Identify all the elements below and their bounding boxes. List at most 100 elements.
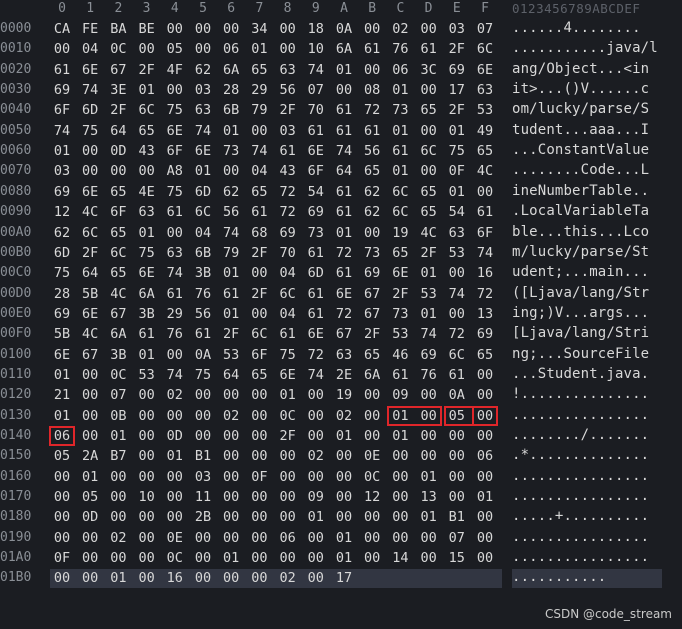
hex-byte[interactable]: 00 [332,82,356,98]
hex-byte[interactable]: 00 [163,225,187,241]
hex-byte[interactable]: 17 [332,570,356,586]
hex-byte[interactable]: 2F [247,286,271,302]
hex-byte[interactable]: 00 [106,489,130,505]
hex-byte[interactable]: 03 [276,123,300,139]
hex-byte[interactable]: 2F [445,102,469,118]
hex-byte[interactable]: 00 [219,448,243,464]
hex-byte[interactable]: 00 [106,163,130,179]
hex-byte[interactable]: 00 [78,163,102,179]
hex-byte[interactable]: 0A [332,21,356,37]
hex-byte[interactable]: 63 [276,62,300,78]
hex-byte[interactable]: 64 [219,367,243,383]
hex-byte[interactable]: 34 [247,21,271,37]
hex-byte[interactable]: 00 [135,163,159,179]
hex-byte[interactable]: 00 [191,41,215,57]
hex-byte[interactable]: 56 [276,82,300,98]
hex-byte[interactable]: 00 [445,428,469,444]
hex-byte[interactable]: 6F [247,347,271,363]
hex-byte[interactable]: 5B [78,286,102,302]
ascii-text[interactable]: m/lucky/parse/St [512,244,662,263]
hex-byte[interactable]: 69 [304,204,328,220]
hex-row[interactable]: 0170 00 05 00 10 00 11 00 00 00 09 00 12 00 13 00 01....… [0,487,682,508]
hex-byte[interactable]: 00 [191,387,215,403]
hex-byte[interactable]: 00 [78,530,102,546]
hex-byte[interactable]: 53 [135,367,159,383]
ascii-text[interactable]: ing;)V...args... [512,305,662,324]
hex-byte[interactable]: 00 [135,469,159,485]
hex-byte[interactable]: 01 [332,530,356,546]
hex-byte[interactable]: 02 [304,448,328,464]
hex-byte[interactable]: 56 [191,306,215,322]
hex-byte[interactable]: 04 [276,306,300,322]
hex-byte[interactable]: 76 [388,41,412,57]
hex-byte[interactable]: 09 [388,387,412,403]
hex-byte[interactable]: 65 [247,367,271,383]
ascii-text[interactable]: .*.............. [512,447,662,466]
hex-byte[interactable]: 0D [163,428,187,444]
hex-byte[interactable]: 13 [473,306,497,322]
hex-byte[interactable]: 6E [78,62,102,78]
hex-byte[interactable]: 3B [135,306,159,322]
hex-byte[interactable]: 01 [163,448,187,464]
hex-byte[interactable]: 03 [191,82,215,98]
hex-byte[interactable]: 02 [332,408,356,424]
hex-byte[interactable]: 54 [445,204,469,220]
hex-byte[interactable]: 53 [219,347,243,363]
hex-row[interactable]: 00B0 6D 2F 6C 75 63 6B 79 2F 70 61 72 73 65 2F 53 74 m/lu… [0,243,682,264]
hex-byte[interactable]: 01 [417,509,441,525]
hex-byte[interactable]: 01 [304,509,328,525]
hex-byte[interactable]: 00 [445,265,469,281]
hex-byte[interactable]: 00 [388,489,412,505]
hex-byte[interactable]: 0E [163,530,187,546]
hex-byte[interactable]: 13 [417,489,441,505]
hex-byte[interactable]: 00 [106,509,130,525]
hex-byte[interactable]: 69 [50,184,74,200]
hex-byte[interactable]: 6F [473,225,497,241]
hex-byte[interactable]: 6F [106,204,130,220]
ascii-text[interactable]: tudent...aaa...I [512,122,662,141]
hex-byte[interactable]: 61 [360,123,384,139]
hex-byte[interactable]: 76 [191,286,215,302]
hex-byte[interactable]: 0F [50,550,74,566]
hex-byte[interactable]: 61 [332,265,356,281]
hex-byte[interactable]: 74 [332,143,356,159]
hex-byte[interactable]: 02 [219,408,243,424]
hex-byte[interactable]: 65 [106,265,130,281]
hex-byte[interactable]: 6C [388,184,412,200]
hex-byte[interactable]: 6A [106,326,130,342]
hex-byte[interactable]: 00 [473,428,497,444]
hex-byte[interactable]: 02 [388,21,412,37]
hex-byte[interactable]: 65 [417,184,441,200]
hex-byte[interactable]: 00 [78,408,102,424]
hex-byte[interactable]: 00 [304,550,328,566]
hex-byte[interactable]: 00 [247,428,271,444]
hex-byte[interactable]: 6E [304,326,328,342]
ascii-text[interactable]: it>...()V......c [512,81,662,100]
hex-byte[interactable]: 2F [247,245,271,261]
ascii-text[interactable]: ang/Object...<in [512,61,662,80]
hex-byte[interactable]: 67 [360,286,384,302]
hex-byte[interactable]: 74 [191,123,215,139]
hex-byte[interactable]: 75 [276,347,300,363]
hex-byte[interactable]: 63 [473,82,497,98]
hex-byte[interactable]: 63 [135,204,159,220]
hex-byte[interactable]: 00 [50,469,74,485]
hex-byte[interactable]: 01 [332,428,356,444]
hex-byte[interactable]: 63 [191,102,215,118]
hex-byte[interactable]: 0C [360,469,384,485]
hex-byte[interactable]: 64 [332,163,356,179]
hex-row[interactable]: 00E0 69 6E 67 3B 29 56 01 00 04 61 72 67 73 01 00 13 ing;… [0,304,682,325]
hex-byte[interactable]: 65 [106,225,130,241]
hex-byte[interactable]: 01 [247,41,271,57]
hex-byte[interactable]: 00 [163,347,187,363]
ascii-text[interactable]: ([Ljava/lang/Str [512,285,662,304]
hex-row[interactable]: 01A0 0F 00 00 00 0C 00 01 00 00 00 01 00 14 00 15 00....… [0,548,682,569]
hex-byte[interactable]: 00 [276,21,300,37]
hex-byte[interactable]: 00 [247,489,271,505]
hex-byte[interactable]: 69 [360,265,384,281]
hex-byte[interactable]: 3C [417,62,441,78]
hex-byte[interactable]: 74 [78,82,102,98]
hex-byte[interactable]: 01 [473,489,497,505]
hex-byte[interactable]: 01 [78,469,102,485]
hex-row[interactable]: 0020 61 6E 67 2F 4F 62 6A 65 63 74 01 00 06 3C 69 6E ang/… [0,60,682,81]
